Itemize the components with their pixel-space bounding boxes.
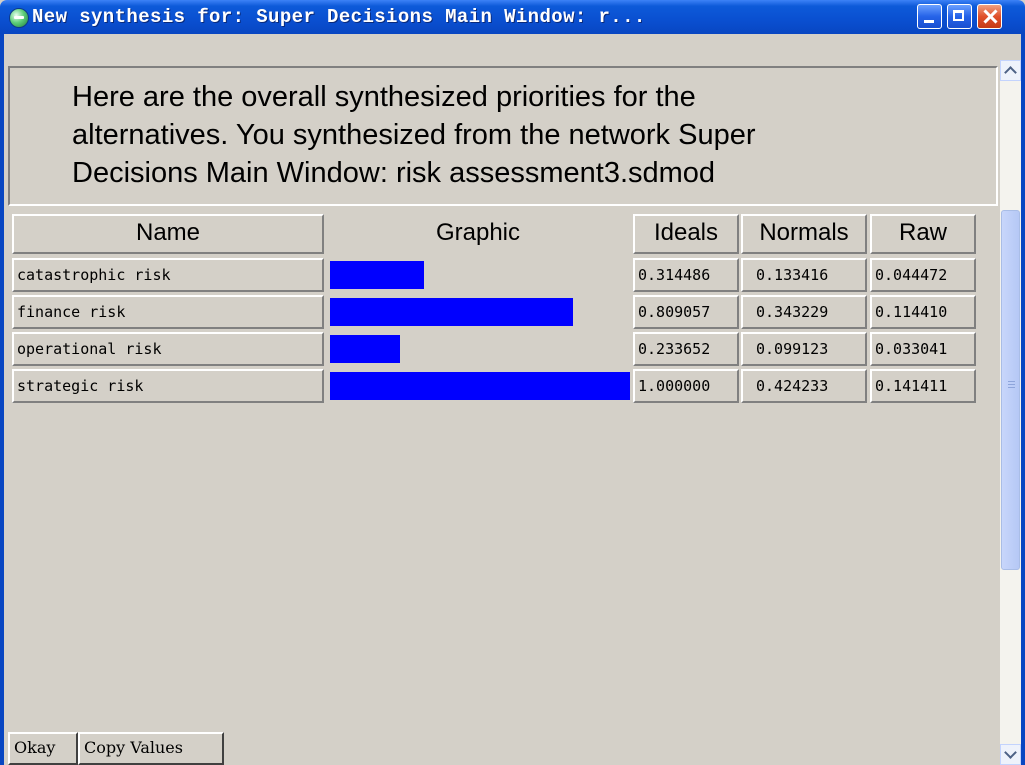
column-header-name: Name xyxy=(12,214,324,254)
synthesis-description-panel: Here are the overall synthesized priorit… xyxy=(8,66,998,206)
raw-value: 0.033041 xyxy=(870,332,976,366)
column-header-normals: Normals xyxy=(741,214,867,254)
row-name: operational risk xyxy=(12,332,324,366)
maximize-button[interactable] xyxy=(947,4,972,29)
window-title: New synthesis for: Super Decisions Main … xyxy=(32,6,646,28)
ideals-value: 0.809057 xyxy=(633,295,739,329)
ideals-value: 0.314486 xyxy=(633,258,739,292)
raw-value: 0.141411 xyxy=(870,369,976,403)
row-name: strategic risk xyxy=(12,369,324,403)
scroll-up-button[interactable] xyxy=(1000,60,1021,81)
okay-button[interactable]: Okay xyxy=(8,732,78,765)
app-icon[interactable] xyxy=(9,8,29,28)
scroll-down-button[interactable] xyxy=(1000,744,1021,765)
priority-bar xyxy=(330,298,573,326)
window-frame-right xyxy=(1021,34,1025,765)
synthesis-description: Here are the overall synthesized priorit… xyxy=(72,78,972,192)
normals-value: 0.099123 xyxy=(741,332,867,366)
priority-bar xyxy=(330,372,630,400)
priority-bar xyxy=(330,261,424,289)
ideals-value: 0.233652 xyxy=(633,332,739,366)
raw-value: 0.044472 xyxy=(870,258,976,292)
normals-value: 0.424233 xyxy=(741,369,867,403)
raw-value: 0.114410 xyxy=(870,295,976,329)
priority-bar xyxy=(330,335,400,363)
close-button[interactable] xyxy=(977,4,1002,29)
column-header-raw: Raw xyxy=(870,214,976,254)
description-line: Here are the overall synthesized priorit… xyxy=(72,81,696,113)
copy-values-button[interactable]: Copy Values xyxy=(78,732,224,765)
normals-value: 0.343229 xyxy=(741,295,867,329)
column-header-ideals: Ideals xyxy=(633,214,739,254)
title-bar[interactable]: New synthesis for: Super Decisions Main … xyxy=(0,0,1025,34)
scroll-thumb[interactable] xyxy=(1001,210,1020,570)
normals-value: 0.133416 xyxy=(741,258,867,292)
grip-icon xyxy=(1008,381,1015,382)
row-name: finance risk xyxy=(12,295,324,329)
row-name: catastrophic risk xyxy=(12,258,324,292)
description-line: Decisions Main Window: risk assessment3.… xyxy=(72,157,716,189)
vertical-scrollbar[interactable] xyxy=(1000,60,1021,765)
ideals-value: 1.000000 xyxy=(633,369,739,403)
minimize-button[interactable] xyxy=(917,4,942,29)
description-line: alternatives. You synthesized from the n… xyxy=(72,119,756,151)
column-header-graphic: Graphic xyxy=(326,214,630,254)
window-frame-left xyxy=(0,34,4,765)
